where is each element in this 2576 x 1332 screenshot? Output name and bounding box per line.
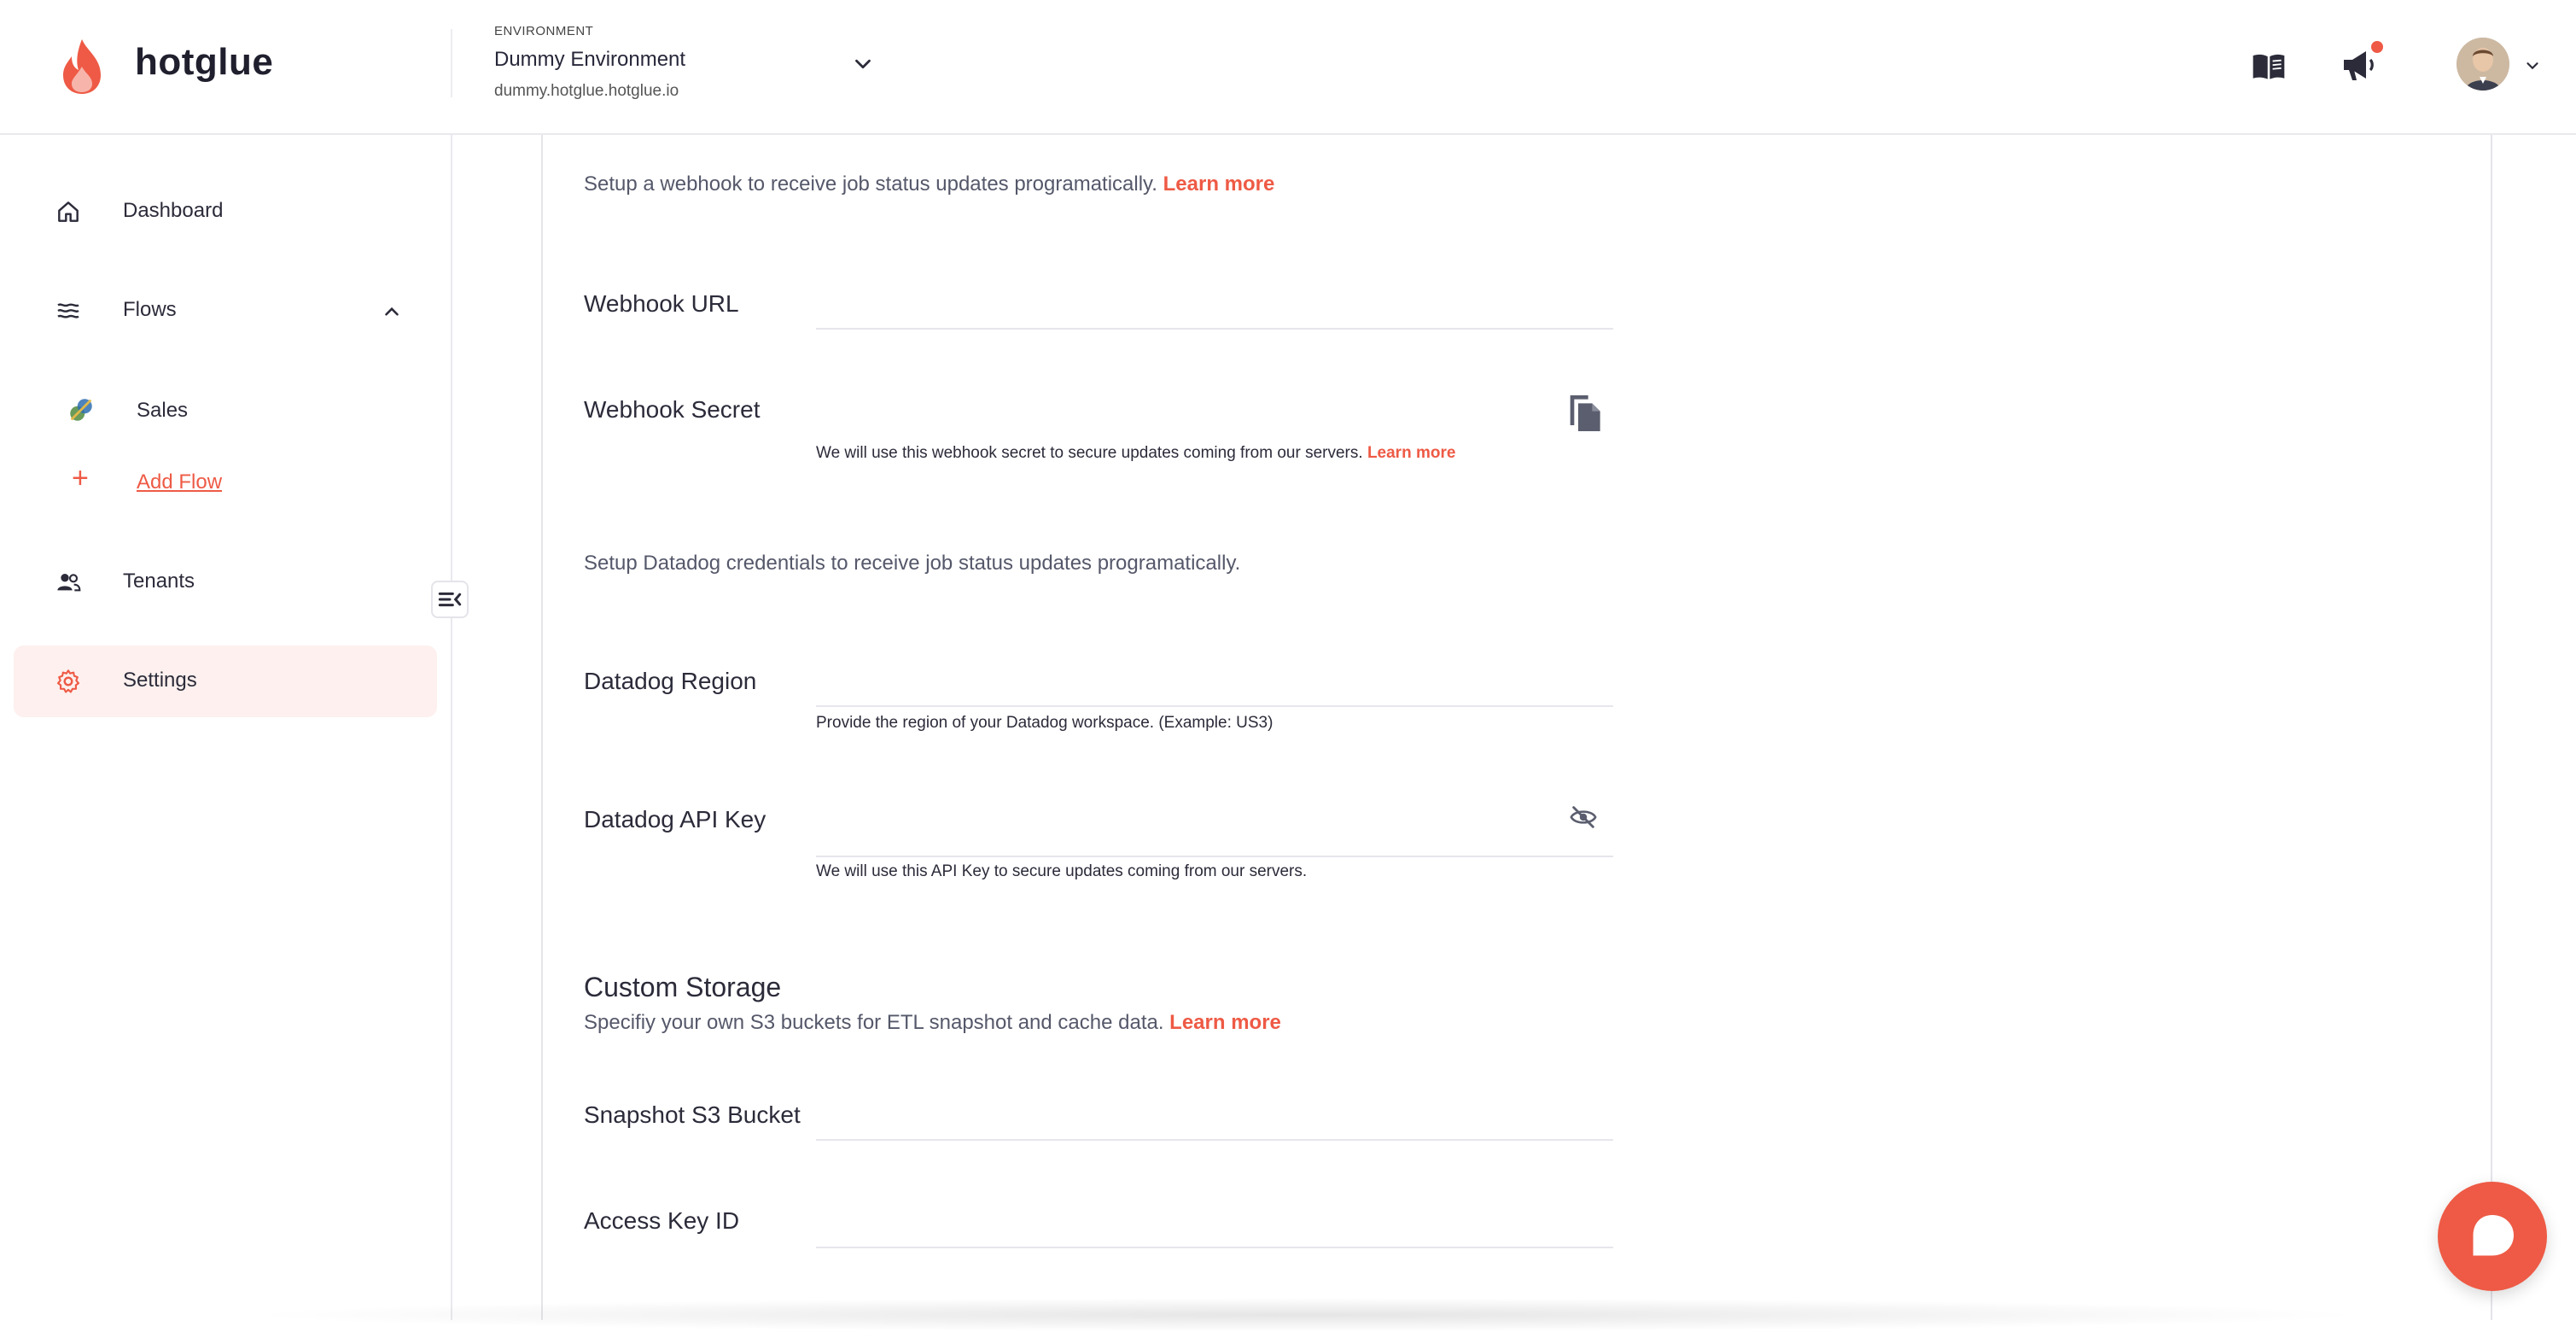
datadog-region-helper: Provide the region of your Datadog works… xyxy=(816,714,1273,732)
webhook-secret-label: Webhook Secret xyxy=(584,396,761,423)
sidebar-item-tenants[interactable]: Tenants xyxy=(14,546,437,618)
custom-storage-description-text: Specifiy your own S3 buckets for ETL sna… xyxy=(584,1011,1164,1034)
datadog-region-label: Datadog Region xyxy=(584,668,757,694)
home-icon xyxy=(58,202,79,222)
custom-storage-learn-more-link[interactable]: Learn more xyxy=(1169,1011,1281,1034)
chat-launcher-button[interactable] xyxy=(2438,1182,2547,1291)
webhook-secret-helper: We will use this webhook secret to secur… xyxy=(816,444,1455,463)
collapse-menu-icon xyxy=(438,592,462,607)
datadog-api-key-input[interactable] xyxy=(816,806,1613,857)
environment-name[interactable]: Dummy Environment xyxy=(494,48,685,72)
webhook-description: Setup a webhook to receive job status up… xyxy=(584,172,1274,196)
sidebar-item-label: Dashboard xyxy=(123,199,224,222)
waves-icon xyxy=(57,303,79,318)
notification-dot xyxy=(2371,41,2383,53)
chevron-up-icon[interactable] xyxy=(381,301,403,323)
sidebar: Dashboard Flows Sales + Add Flow Tenants… xyxy=(0,135,452,1320)
access-key-id-input[interactable] xyxy=(816,1197,1613,1248)
sidebar-item-label: Tenants xyxy=(123,570,195,593)
access-key-id-label: Access Key ID xyxy=(584,1207,740,1234)
custom-storage-title: Custom Storage xyxy=(584,972,782,1002)
datadog-description: Setup Datadog credentials to receive job… xyxy=(584,552,1241,575)
snapshot-s3-bucket-input[interactable] xyxy=(816,1090,1613,1141)
webhook-url-label: Webhook URL xyxy=(584,290,739,317)
webhook-url-input[interactable] xyxy=(816,278,1613,330)
users-icon xyxy=(57,574,81,592)
custom-storage-description: Specifiy your own S3 buckets for ETL sna… xyxy=(584,1011,1281,1035)
avatar-chevron-down-icon[interactable] xyxy=(2523,56,2542,75)
webhook-secret-learn-more-link[interactable]: Learn more xyxy=(1367,444,1455,462)
snapshot-s3-bucket-label: Snapshot S3 Bucket xyxy=(584,1101,801,1128)
webhook-description-text: Setup a webhook to receive job status up… xyxy=(584,172,1157,196)
datadog-api-key-label: Datadog API Key xyxy=(584,806,766,832)
eye-off-icon[interactable] xyxy=(1569,803,1598,832)
user-avatar[interactable] xyxy=(2457,38,2509,91)
top-header: hotglue ENVIRONMENT Dummy Environment du… xyxy=(0,0,2576,135)
book-open-icon[interactable] xyxy=(2250,48,2288,85)
datadog-api-key-helper: We will use this API Key to secure updat… xyxy=(816,862,1308,880)
sidebar-item-settings[interactable]: Settings xyxy=(14,646,437,717)
sidebar-item-label: Flows xyxy=(123,298,177,321)
gear-icon xyxy=(56,669,80,693)
avatar-portrait-icon xyxy=(2457,38,2509,91)
environment-url: dummy.hotglue.hotglue.io xyxy=(494,82,679,100)
header-divider xyxy=(451,29,452,97)
hotglue-flame-logo-icon[interactable] xyxy=(56,38,108,96)
sidebar-item-sales[interactable]: Sales xyxy=(14,380,437,440)
environment-caption: ENVIRONMENT xyxy=(494,24,594,38)
bottom-scroll-shadow xyxy=(239,1298,2373,1332)
environment-chevron-down-icon[interactable] xyxy=(850,51,876,77)
webhook-learn-more-link[interactable]: Learn more xyxy=(1163,172,1275,196)
sidebar-item-label: Settings xyxy=(123,669,197,692)
sidebar-item-dashboard[interactable]: Dashboard xyxy=(14,176,437,248)
plus-icon: + xyxy=(72,462,89,494)
add-flow-label: Add Flow xyxy=(137,470,223,494)
webhook-secret-helper-text: We will use this webhook secret to secur… xyxy=(816,444,1363,462)
collapse-sidebar-button[interactable] xyxy=(431,581,469,618)
brand-name: hotglue xyxy=(135,41,274,83)
sidebar-item-flows[interactable]: Flows xyxy=(14,275,437,347)
copy-icon[interactable] xyxy=(1560,389,1608,437)
datadog-region-input[interactable] xyxy=(816,656,1613,707)
webhook-secret-input[interactable] xyxy=(816,386,1553,435)
flow-sales-icon xyxy=(70,399,92,421)
sidebar-item-label: Sales xyxy=(137,399,189,422)
add-flow-link[interactable]: + Add Flow xyxy=(14,452,437,511)
chat-bubble-icon xyxy=(2473,1215,2514,1256)
